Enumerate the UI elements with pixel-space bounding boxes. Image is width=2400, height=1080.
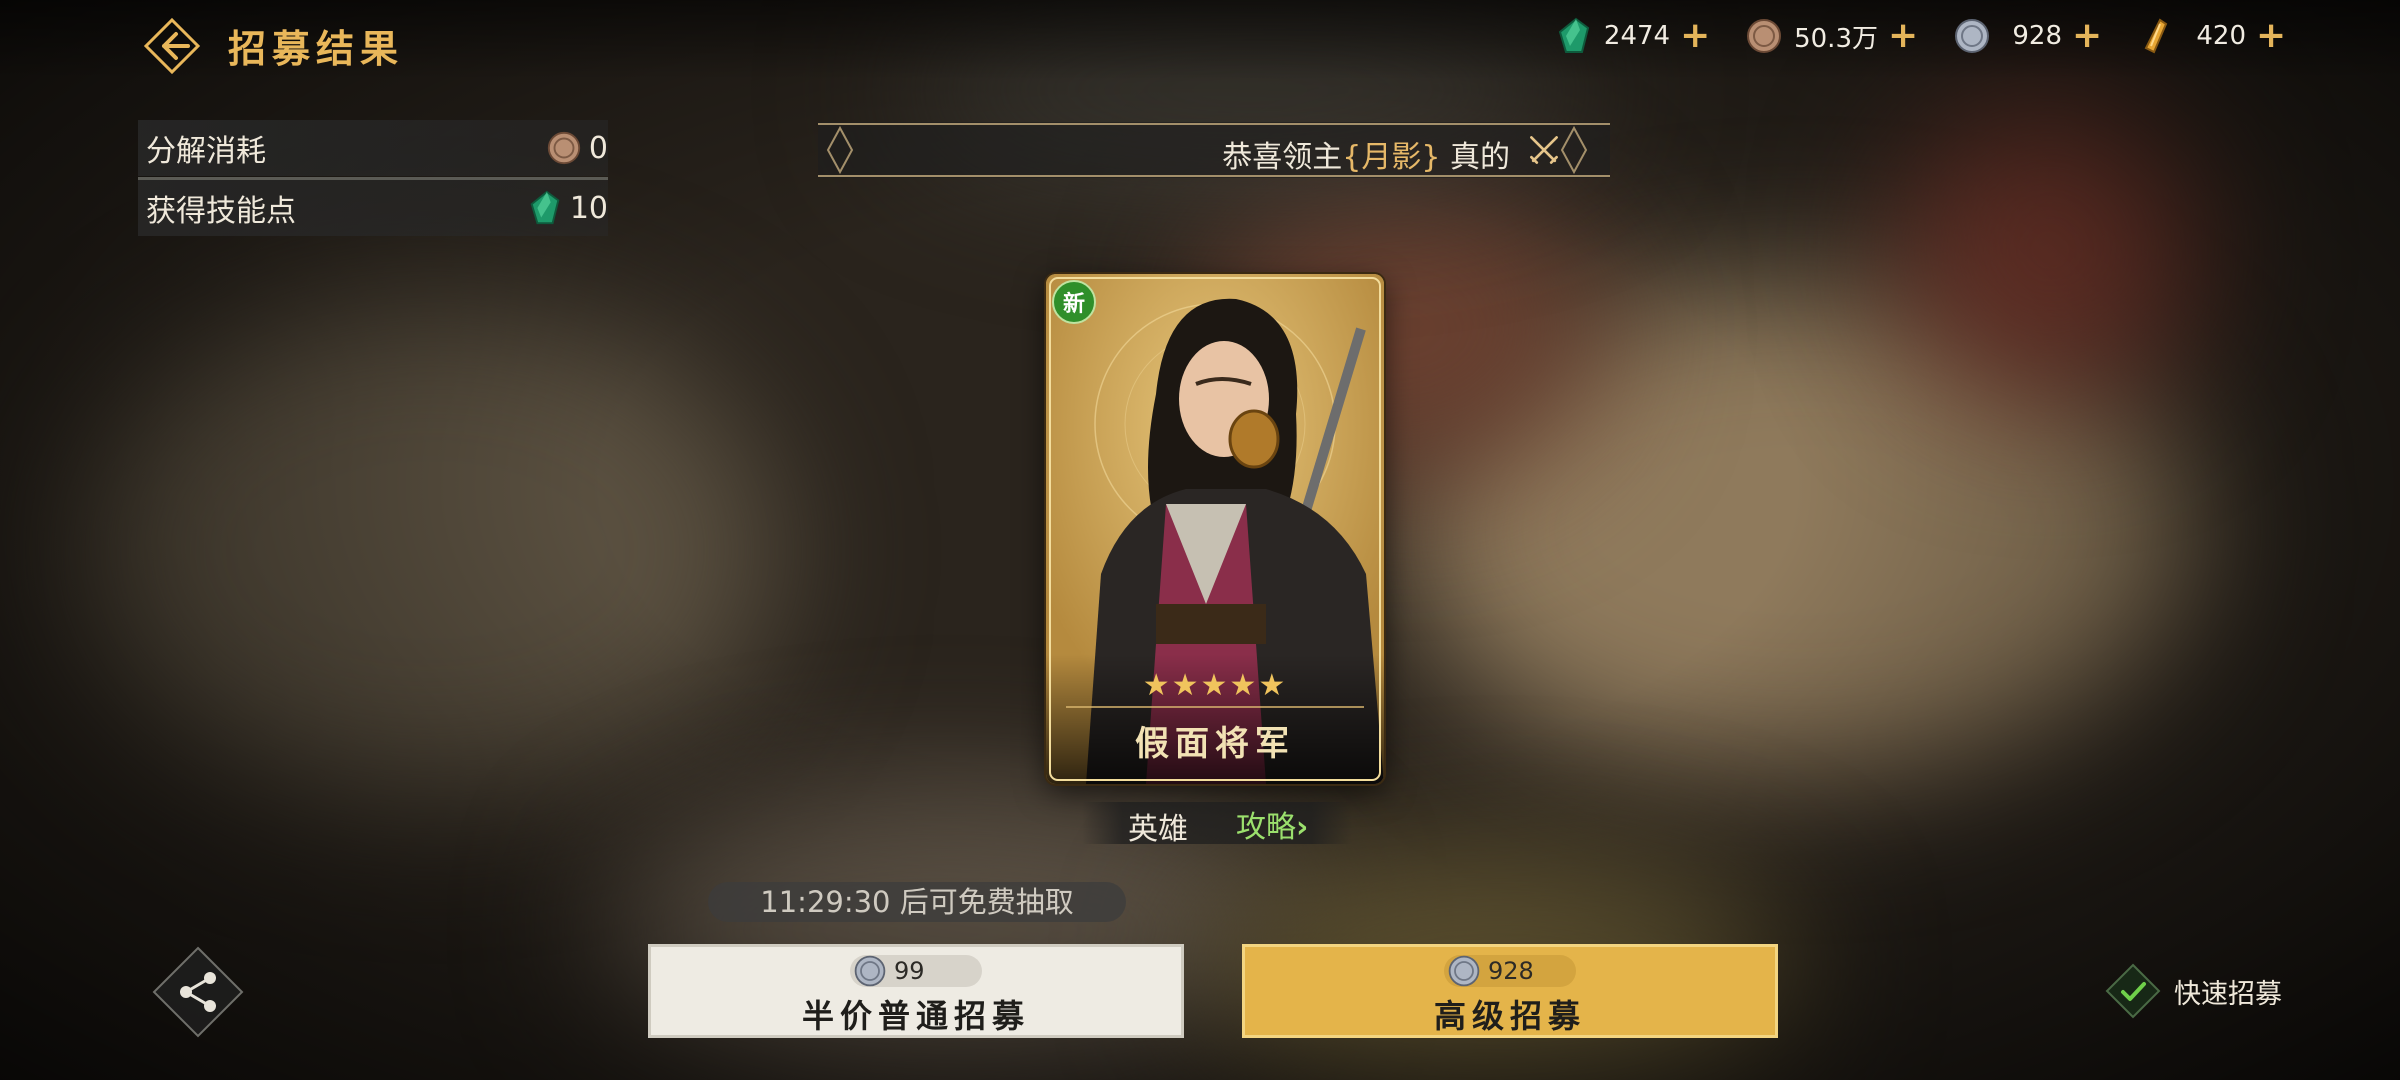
normal-recruit-cost-value: 99 (894, 957, 925, 985)
quick-recruit-toggle[interactable]: 快速招募 (2104, 962, 2282, 1020)
hero-name: 假面将军 (1135, 724, 1295, 764)
copper-amount: 50.3万 (1794, 23, 1878, 54)
jade-amount: 2474 (1603, 21, 1671, 51)
congrats-prefix: 恭喜领主 (1222, 140, 1343, 175)
copper-coin-icon (547, 131, 581, 165)
jade-gem-icon (530, 190, 560, 225)
advanced-recruit-label: 高级招募 (1433, 997, 1586, 1035)
new-badge: 新 (1052, 280, 1096, 324)
congrats-banner: 恭喜领主{月影} 真的 (818, 122, 1610, 178)
hero-type-bar: 英雄 (1082, 802, 1352, 847)
gold-amount: 420 (2196, 21, 2246, 51)
back-button[interactable] (140, 14, 204, 78)
normal-recruit-label: 半价普通招募 (801, 997, 1030, 1035)
chevron-right-icon: › (1296, 810, 1309, 845)
decompose-cost-label: 分解消耗 (146, 134, 266, 169)
share-icon (152, 946, 244, 1038)
decompose-cost-row: 分解消耗 0 (138, 120, 608, 176)
hero-type-label: 英雄 (1128, 812, 1188, 847)
half-price-normal-recruit-button[interactable]: 99 半价普通招募 (648, 944, 1184, 1038)
advanced-recruit-cost-value: 928 (1488, 957, 1534, 985)
crossed-swords-icon (1530, 136, 1558, 164)
free-draw-timer: 11:29:30 后可免费抽取 (708, 882, 1126, 922)
back-arrow-icon (143, 17, 201, 75)
hero-card[interactable] (1046, 274, 1384, 784)
currency-jade: 2474 + (1554, 14, 1716, 58)
currency-copper: 50.3万 + (1744, 14, 1924, 58)
decompose-cost-value-group: 0 (545, 129, 608, 167)
add-gold-button[interactable]: + (2256, 18, 2286, 54)
skill-points-row: 获得技能点 10 (138, 180, 608, 236)
silver-coin-icon (1955, 19, 1989, 53)
skill-points-value: 10 (569, 190, 608, 226)
currency-bar: 2474 + 50.3万 + 928 + 420 + (1554, 14, 2292, 58)
advanced-recruit-cost: 928 (1444, 955, 1576, 987)
silver-coin-icon (1448, 955, 1480, 987)
add-silver-button[interactable]: + (2072, 18, 2102, 54)
share-button[interactable] (150, 944, 246, 1040)
congrats-suffix: 真的 (1450, 140, 1510, 175)
silver-amount: 928 (2012, 21, 2062, 51)
add-jade-button[interactable]: + (1680, 18, 1710, 54)
hero-portrait (1046, 274, 1384, 784)
currency-silver: 928 + (1952, 14, 2108, 58)
decompose-cost-value: 0 (588, 130, 608, 166)
congrats-player-name: {月影} (1342, 140, 1441, 175)
skill-points-label: 获得技能点 (146, 194, 296, 229)
skill-points-value-group: 10 (526, 189, 608, 227)
gold-bar-icon (2144, 18, 2168, 54)
advanced-recruit-button[interactable]: 928 高级招募 (1242, 944, 1778, 1038)
checkmark-icon (2105, 963, 2161, 1019)
guide-link[interactable]: 攻略› (1236, 802, 1308, 846)
congrats-text: 恭喜领主{月影} 真的 (1222, 132, 1510, 176)
page-title: 招募结果 (228, 27, 405, 71)
copper-coin-icon (1747, 19, 1782, 53)
currency-gold: 420 + (2136, 14, 2292, 58)
jade-gem-icon (1558, 17, 1590, 53)
silver-coin-icon (854, 955, 886, 987)
add-copper-button[interactable]: + (1888, 18, 1918, 54)
normal-recruit-cost: 99 (850, 955, 982, 987)
quick-recruit-label: 快速招募 (2174, 978, 2282, 1010)
hero-stars: ★★★★★ (1142, 668, 1288, 703)
guide-label: 攻略 (1236, 810, 1296, 845)
